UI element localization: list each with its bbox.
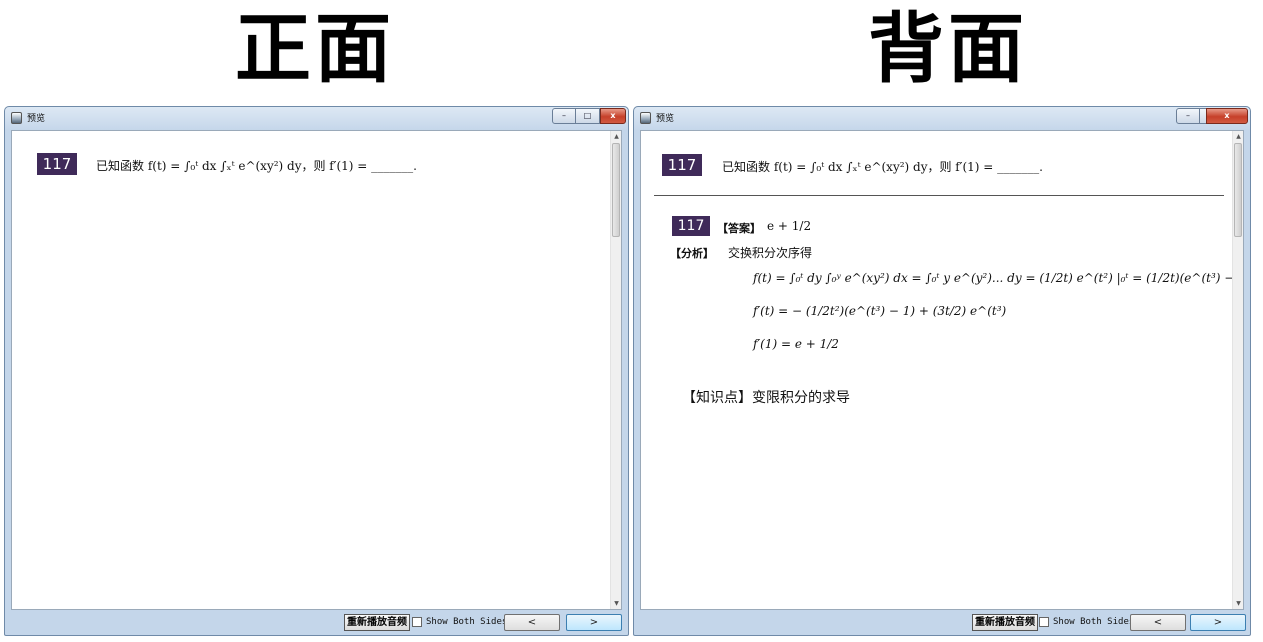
app-icon bbox=[640, 112, 651, 124]
vertical-scrollbar[interactable]: ▲ ▼ bbox=[610, 131, 621, 609]
window-title: 预览 bbox=[27, 114, 46, 124]
preview-window-back: 预览 – □ x 117 已知函数 f(t) = ∫₀ᵗ dx ∫ₓᵗ e^(x… bbox=[633, 106, 1251, 636]
question-text: 已知函数 f(t) = ∫₀ᵗ dx ∫ₓᵗ e^(xy²) dy，则 f′(1… bbox=[96, 159, 417, 173]
answer-number-badge: 117 bbox=[672, 216, 710, 236]
close-button[interactable]: x bbox=[600, 108, 626, 124]
formula-line-3: f′(1) = e + 1/2 bbox=[753, 337, 839, 351]
preview-window-front: 预览 – □ x 117 已知函数 f(t) = ∫₀ᵗ dx ∫ₓᵗ e^(x… bbox=[4, 106, 629, 636]
analysis-text: 交换积分次序得 bbox=[728, 246, 813, 260]
show-both-sides-checkbox[interactable] bbox=[412, 617, 422, 627]
question-number-badge: 117 bbox=[37, 153, 77, 175]
front-heading: 正面 bbox=[235, 4, 395, 93]
next-button[interactable]: > bbox=[566, 614, 622, 631]
back-heading: 背面 bbox=[868, 4, 1028, 93]
knowledge-point: 【知识点】变限积分的求导 bbox=[682, 390, 850, 406]
minimize-button[interactable]: – bbox=[552, 108, 576, 124]
formula-line-1: f(t) = ∫₀ᵗ dy ∫₀ʸ e^(xy²) dx = ∫₀ᵗ y e^(… bbox=[753, 271, 1244, 285]
answer-value: e + 1/2 bbox=[767, 219, 812, 233]
formula-line-2: f′(t) = − (1/2t²)(e^(t³) − 1) + (3t/2) e… bbox=[753, 304, 1007, 318]
scroll-down-arrow-icon[interactable]: ▼ bbox=[1233, 598, 1243, 609]
analysis-label: 【分析】 bbox=[670, 247, 714, 260]
show-both-sides-label: Show Both Sides bbox=[1053, 617, 1135, 627]
app-icon bbox=[11, 112, 22, 124]
front-back-divider bbox=[654, 195, 1224, 196]
card-content: 117 已知函数 f(t) = ∫₀ᵗ dx ∫ₓᵗ e^(xy²) dy，则 … bbox=[640, 130, 1244, 610]
next-button[interactable]: > bbox=[1190, 614, 1246, 631]
show-both-sides-label: Show Both Sides bbox=[426, 617, 508, 627]
maximize-button[interactable]: □ bbox=[576, 108, 600, 124]
close-button[interactable]: x bbox=[1206, 108, 1248, 124]
bottom-toolbar: 重新播放音频 Show Both Sides < > bbox=[11, 612, 622, 633]
title-bar[interactable]: 预览 – □ x bbox=[5, 107, 628, 129]
scroll-up-arrow-icon[interactable]: ▲ bbox=[611, 131, 621, 142]
prev-button[interactable]: < bbox=[504, 614, 560, 631]
question-number-badge: 117 bbox=[662, 154, 702, 176]
vertical-scrollbar[interactable]: ▲ ▼ bbox=[1232, 131, 1243, 609]
title-bar[interactable]: 预览 – □ x bbox=[634, 107, 1250, 129]
question-text: 已知函数 f(t) = ∫₀ᵗ dx ∫ₓᵗ e^(xy²) dy，则 f′(1… bbox=[722, 160, 1043, 174]
replay-audio-button[interactable]: 重新播放音频 bbox=[344, 614, 410, 631]
scroll-down-arrow-icon[interactable]: ▼ bbox=[611, 598, 621, 609]
scroll-up-arrow-icon[interactable]: ▲ bbox=[1233, 131, 1243, 142]
minimize-button[interactable]: – bbox=[1176, 108, 1200, 124]
answer-label: 【答案】 bbox=[717, 222, 761, 235]
scroll-thumb[interactable] bbox=[612, 143, 620, 237]
prev-button[interactable]: < bbox=[1130, 614, 1186, 631]
card-content: 117 已知函数 f(t) = ∫₀ᵗ dx ∫ₓᵗ e^(xy²) dy，则 … bbox=[11, 130, 622, 610]
window-title: 预览 bbox=[656, 114, 675, 124]
replay-audio-button[interactable]: 重新播放音频 bbox=[972, 614, 1038, 631]
bottom-toolbar: 重新播放音频 Show Both Sides < > bbox=[640, 612, 1246, 633]
scroll-thumb[interactable] bbox=[1234, 143, 1242, 237]
show-both-sides-checkbox[interactable] bbox=[1039, 617, 1049, 627]
